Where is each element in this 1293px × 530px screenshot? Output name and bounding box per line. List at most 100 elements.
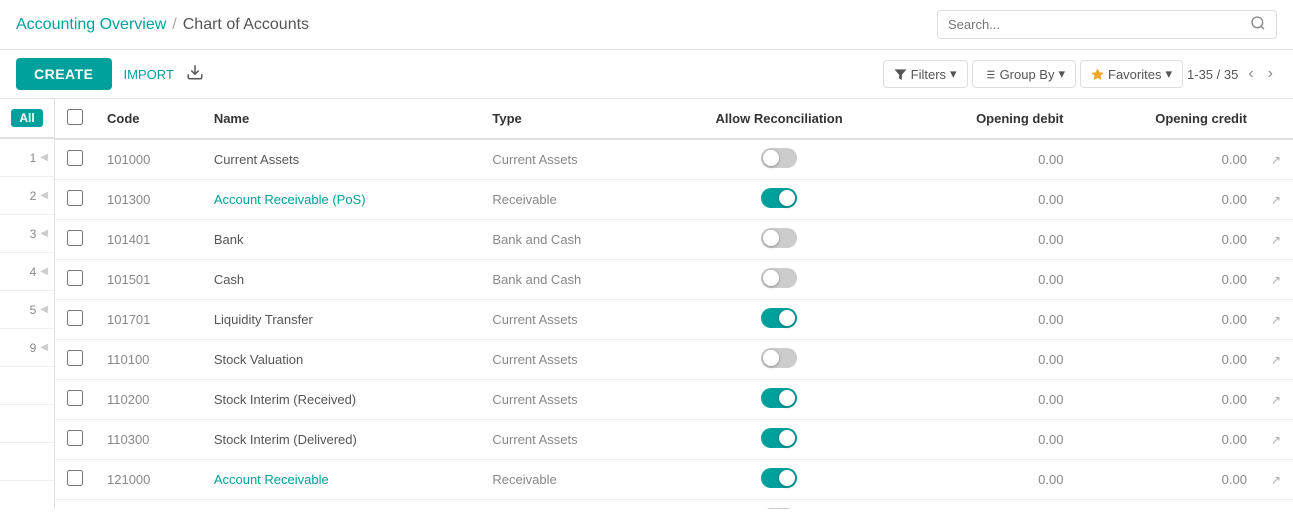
reconciliation-toggle[interactable] [761,468,797,488]
row-expand[interactable]: ↗ [1259,500,1293,510]
row-checkbox[interactable] [67,470,83,486]
prev-page-button[interactable]: ‹ [1244,63,1257,85]
reconciliation-toggle[interactable] [761,228,797,248]
row-checkbox[interactable] [67,390,83,406]
reconciliation-toggle[interactable] [761,388,797,408]
search-icon[interactable] [1250,15,1266,34]
toggle-track [761,228,797,248]
favorites-chevron-icon: ▾ [1165,66,1172,82]
row-name[interactable]: Stock Valuation [202,340,481,380]
row-checkbox-cell[interactable] [55,420,95,460]
download-button[interactable] [186,63,204,86]
row-reconciliation[interactable] [659,220,899,260]
row-expand[interactable]: ↗ [1259,460,1293,500]
groupby-button[interactable]: Group By ▾ [972,60,1076,88]
expand-icon[interactable]: ↗ [1271,393,1281,407]
row-type: Current Assets [480,139,659,180]
row-expand[interactable]: ↗ [1259,180,1293,220]
row-expand-icon-3[interactable]: ◀ [40,228,48,239]
row-name[interactable]: Current Assets [202,139,481,180]
reconciliation-toggle[interactable] [761,428,797,448]
reconciliation-header: Allow Reconciliation [659,99,899,139]
row-expand[interactable]: ↗ [1259,300,1293,340]
reconciliation-toggle[interactable] [761,188,797,208]
reconciliation-toggle[interactable] [761,268,797,288]
row-reconciliation[interactable] [659,340,899,380]
row-expand-icon-4[interactable]: ◀ [40,266,48,277]
import-button[interactable]: IMPORT [124,67,174,82]
row-checkbox[interactable] [67,310,83,326]
row-name[interactable]: Bank [202,220,481,260]
reconciliation-toggle[interactable] [761,348,797,368]
row-checkbox-cell[interactable] [55,380,95,420]
row-expand-icon-1[interactable]: ◀ [40,152,48,163]
row-reconciliation[interactable] [659,260,899,300]
favorites-label: Favorites [1108,67,1161,82]
reconciliation-toggle[interactable] [761,308,797,328]
row-expand[interactable]: ↗ [1259,380,1293,420]
row-name[interactable]: Stock Interim (Received) [202,380,481,420]
search-input[interactable] [948,17,1250,32]
select-all-checkbox[interactable] [67,109,83,125]
favorites-button[interactable]: Favorites ▾ [1080,60,1183,88]
all-button[interactable]: All [11,109,42,127]
row-expand-icon-5[interactable]: ◀ [40,304,48,315]
row-checkbox[interactable] [67,230,83,246]
row-checkbox[interactable] [67,270,83,286]
row-name[interactable]: Stock Interim (Delivered) [202,420,481,460]
row-reconciliation[interactable] [659,380,899,420]
row-reconciliation[interactable] [659,500,899,510]
table-row: 131000 Tax Paid Current Assets 0.00 0.00… [55,500,1293,510]
expand-icon[interactable]: ↗ [1271,353,1281,367]
row-expand[interactable]: ↗ [1259,260,1293,300]
row-code: 101300 [95,180,202,220]
row-checkbox-cell[interactable] [55,300,95,340]
row-checkbox[interactable] [67,430,83,446]
row-name[interactable]: Tax Paid [202,500,481,510]
row-checkbox-cell[interactable] [55,180,95,220]
row-name[interactable]: Account Receivable (PoS) [202,180,481,220]
toolbar-right: Filters ▾ Group By ▾ Favorites ▾ 1-35 / … [883,60,1277,88]
row-checkbox-cell[interactable] [55,460,95,500]
checkbox-header[interactable] [55,99,95,139]
row-checkbox-cell[interactable] [55,260,95,300]
row-checkbox-cell[interactable] [55,500,95,510]
row-expand[interactable]: ↗ [1259,420,1293,460]
filters-button[interactable]: Filters ▾ [883,60,968,88]
row-reconciliation[interactable] [659,180,899,220]
row-checkbox[interactable] [67,350,83,366]
row-name[interactable]: Account Receivable [202,460,481,500]
table-row: 121000 Account Receivable Receivable 0.0… [55,460,1293,500]
row-name[interactable]: Liquidity Transfer [202,300,481,340]
row-debit: 0.00 [899,220,1076,260]
create-button[interactable]: CREATE [16,58,112,90]
next-page-button[interactable]: › [1264,63,1277,85]
expand-icon[interactable]: ↗ [1271,433,1281,447]
row-reconciliation[interactable] [659,139,899,180]
row-checkbox[interactable] [67,190,83,206]
reconciliation-toggle[interactable] [761,148,797,168]
row-expand[interactable]: ↗ [1259,340,1293,380]
expand-icon[interactable]: ↗ [1271,153,1281,167]
row-checkbox-cell[interactable] [55,220,95,260]
expand-icon[interactable]: ↗ [1271,193,1281,207]
row-reconciliation[interactable] [659,300,899,340]
expand-icon[interactable]: ↗ [1271,313,1281,327]
row-expand[interactable]: ↗ [1259,139,1293,180]
row-checkbox-cell[interactable] [55,340,95,380]
row-expand-icon-6[interactable]: ◀ [40,342,48,353]
row-name[interactable]: Cash [202,260,481,300]
breadcrumb-link[interactable]: Accounting Overview [16,16,166,34]
row-checkbox[interactable] [67,150,83,166]
row-num-3: 3 ◀ [0,215,54,253]
row-reconciliation[interactable] [659,460,899,500]
expand-icon[interactable]: ↗ [1271,473,1281,487]
reconciliation-toggle[interactable] [761,508,797,509]
toggle-track [761,148,797,168]
row-expand-icon-2[interactable]: ◀ [40,190,48,201]
row-reconciliation[interactable] [659,420,899,460]
row-checkbox-cell[interactable] [55,139,95,180]
expand-icon[interactable]: ↗ [1271,233,1281,247]
row-expand[interactable]: ↗ [1259,220,1293,260]
expand-icon[interactable]: ↗ [1271,273,1281,287]
